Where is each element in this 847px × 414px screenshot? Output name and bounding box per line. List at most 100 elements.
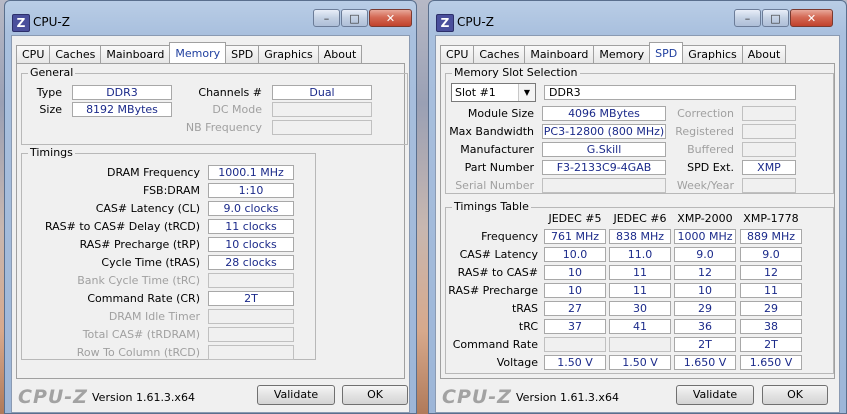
timings-cell: 11 [740, 283, 802, 298]
window-client-area: CPU Caches Mainboard Memory SPD Graphics… [11, 35, 410, 413]
tab-spd[interactable]: SPD [225, 45, 260, 63]
tab-cpu[interactable]: CPU [16, 45, 51, 63]
size-field: 8192 MBytes [72, 102, 172, 117]
timings-row-label: RAS# Precharge [448, 284, 538, 297]
slot-selection-title: Memory Slot Selection [452, 66, 580, 79]
part-number-field: F3-2133C9-4GAB [542, 160, 666, 175]
timings-cell: 11.0 [609, 247, 671, 262]
window-client-area: CPU Caches Mainboard Memory SPD Graphics… [435, 35, 840, 413]
cpuz-logo-text: CPU-Z [18, 386, 88, 408]
spd-ext-field: XMP [742, 160, 796, 175]
timings-cell: 11 [609, 265, 671, 280]
serial-number-field [542, 178, 666, 193]
timing-value: 11 clocks [208, 219, 294, 234]
module-size-label: Module Size [467, 107, 534, 120]
week-year-field [742, 178, 796, 193]
max-bandwidth-label: Max Bandwidth [449, 125, 534, 138]
timings-row-label: Frequency [481, 230, 538, 243]
registered-label: Registered [675, 125, 734, 138]
tab-memory[interactable]: Memory [169, 42, 227, 63]
tab-graphics[interactable]: Graphics [682, 45, 743, 63]
title-bar[interactable]: Z CPU-Z – □ ✕ [5, 1, 416, 35]
footer-bar: CPU-Z Version 1.61.3.x64 Validate OK [436, 379, 839, 412]
timings-cell: 36 [674, 319, 736, 334]
maximize-button[interactable]: □ [762, 9, 789, 27]
general-group-title: General [28, 66, 76, 79]
cpuz-window-memory: Z CPU-Z – □ ✕ CPU Caches Mainboard Memor… [4, 0, 417, 414]
ok-button[interactable]: OK [342, 385, 408, 405]
timings-row-label: tRAS [511, 302, 538, 315]
timings-cell [609, 337, 671, 352]
timings-row-label: tRC [518, 320, 538, 333]
timings-cell: 761 MHz [544, 229, 606, 244]
timings-row-label: CAS# Latency [459, 248, 538, 261]
slot-select[interactable]: Slot #1 ▼ [451, 83, 536, 102]
tab-cpu[interactable]: CPU [440, 45, 475, 63]
timing-label: RAS# to CAS# Delay (tRCD) [44, 220, 200, 233]
ok-button[interactable]: OK [762, 385, 828, 405]
manufacturer-field: G.Skill [542, 142, 666, 157]
tab-about[interactable]: About [741, 45, 787, 63]
cpuz-app-icon[interactable]: Z [12, 14, 30, 32]
tab-spd[interactable]: SPD [649, 42, 684, 63]
minimize-button[interactable]: – [734, 9, 761, 27]
module-size-field: 4096 MBytes [542, 106, 666, 121]
tab-about[interactable]: About [317, 45, 363, 63]
chevron-down-icon[interactable]: ▼ [518, 84, 535, 101]
max-bandwidth-field: PC3-12800 (800 MHz) [542, 124, 666, 139]
timings-cell: 9.0 [674, 247, 736, 262]
close-button[interactable]: ✕ [790, 9, 833, 27]
maximize-button[interactable]: □ [341, 9, 368, 27]
manufacturer-label: Manufacturer [460, 143, 534, 156]
timing-value: 9.0 clocks [208, 201, 294, 216]
timings-cell: 27 [544, 301, 606, 316]
timing-label: Bank Cycle Time (tRC) [77, 274, 200, 287]
timings-column-header: XMP-2000 [677, 212, 733, 225]
minimize-button[interactable]: – [313, 9, 340, 27]
timings-cell [544, 337, 606, 352]
timing-label: Row To Column (tRCD) [76, 346, 200, 359]
tab-mainboard[interactable]: Mainboard [524, 45, 595, 63]
timings-cell: 30 [609, 301, 671, 316]
timing-label: Cycle Time (tRAS) [101, 256, 200, 269]
tab-graphics[interactable]: Graphics [258, 45, 319, 63]
window-title: CPU-Z [457, 15, 494, 29]
registered-field [742, 124, 796, 139]
timings-column-header: JEDEC #6 [613, 212, 667, 225]
slot-selection-group: Memory Slot Selection Slot #1 ▼ DDR3 Mod… [445, 66, 834, 194]
general-group: General Type DDR3 Size 8192 MBytes Chann… [21, 66, 408, 145]
timing-label: FSB:DRAM [142, 184, 200, 197]
title-bar[interactable]: Z CPU-Z – □ ✕ [429, 1, 846, 35]
timings-cell: 10 [544, 283, 606, 298]
timings-cell: 2T [674, 337, 736, 352]
memory-type-field: DDR3 [544, 85, 796, 100]
tab-memory[interactable]: Memory [593, 45, 651, 63]
timings-cell: 1.50 V [544, 355, 606, 370]
timings-cell: 1.650 V [740, 355, 802, 370]
timings-cell: 10 [674, 283, 736, 298]
type-field: DDR3 [72, 85, 172, 100]
timings-cell: 2T [740, 337, 802, 352]
validate-button[interactable]: Validate [257, 385, 335, 405]
timings-row-label: Voltage [496, 356, 538, 369]
cpuz-app-icon[interactable]: Z [436, 14, 454, 32]
timings-cell: 1.650 V [674, 355, 736, 370]
tab-mainboard[interactable]: Mainboard [100, 45, 171, 63]
version-label: Version 1.61.3.x64 [92, 391, 195, 404]
close-button[interactable]: ✕ [369, 9, 412, 27]
channels-field: Dual [272, 85, 372, 100]
validate-button[interactable]: Validate [676, 385, 754, 405]
timings-cell: 10.0 [544, 247, 606, 262]
version-label: Version 1.61.3.x64 [516, 391, 619, 404]
tab-caches[interactable]: Caches [473, 45, 526, 63]
timing-value [208, 309, 294, 324]
window-title: CPU-Z [33, 15, 70, 29]
timings-cell: 38 [740, 319, 802, 334]
timings-cell: 29 [674, 301, 736, 316]
timing-value: 2T [208, 291, 294, 306]
timings-table-title: Timings Table [452, 200, 531, 213]
tab-caches[interactable]: Caches [49, 45, 102, 63]
timings-cell: 1000 MHz [674, 229, 736, 244]
timing-value: 10 clocks [208, 237, 294, 252]
nb-frequency-label: NB Frequency [185, 121, 262, 134]
